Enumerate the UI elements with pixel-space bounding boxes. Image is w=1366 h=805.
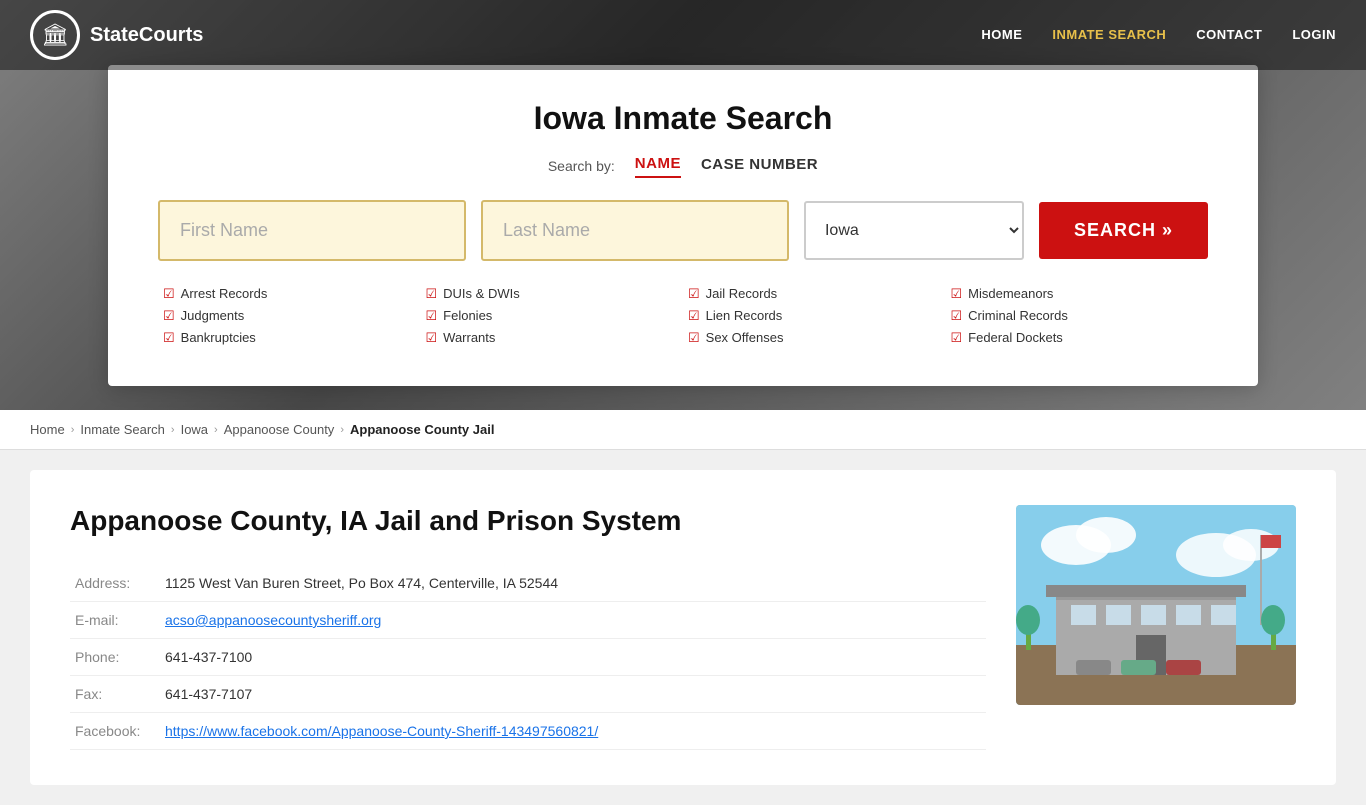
- check-icon: ☑: [688, 308, 700, 324]
- email-label: E-mail:: [70, 602, 160, 639]
- phone-label: Phone:: [70, 639, 160, 676]
- facility-info: Appanoose County, IA Jail and Prison Sys…: [70, 505, 986, 750]
- info-table: Address: 1125 West Van Buren Street, Po …: [70, 565, 986, 750]
- fax-label: Fax:: [70, 676, 160, 713]
- main-content: Appanoose County, IA Jail and Prison Sys…: [0, 450, 1366, 805]
- chevron-icon: ›: [171, 424, 175, 436]
- nav-inmate-search[interactable]: INMATE SEARCH: [1052, 27, 1166, 42]
- checkbox-jail-records: ☑ Jail Records: [688, 286, 941, 302]
- checkbox-label: Bankruptcies: [181, 330, 256, 345]
- checkbox-label: Misdemeanors: [968, 286, 1053, 301]
- email-value: acso@appanoosecountysheriff.org: [160, 602, 986, 639]
- checkbox-arrest-records: ☑ Arrest Records: [163, 286, 416, 302]
- check-icon: ☑: [688, 330, 700, 346]
- nav-home[interactable]: HOME: [981, 27, 1022, 42]
- chevron-icon: ›: [71, 424, 75, 436]
- last-name-input[interactable]: [481, 200, 789, 261]
- check-icon: ☑: [951, 330, 963, 346]
- nav-links: HOME INMATE SEARCH CONTACT LOGIN: [981, 26, 1336, 44]
- facility-title: Appanoose County, IA Jail and Prison Sys…: [70, 505, 986, 537]
- breadcrumb: Home › Inmate Search › Iowa › Appanoose …: [0, 410, 1366, 450]
- search-button[interactable]: SEARCH »: [1039, 202, 1208, 259]
- checkbox-label: Arrest Records: [181, 286, 268, 301]
- checkbox-duis-dwis: ☑ DUIs & DWIs: [426, 286, 679, 302]
- facebook-label: Facebook:: [70, 713, 160, 750]
- checkbox-warrants: ☑ Warrants: [426, 330, 679, 346]
- checkbox-felonies: ☑ Felonies: [426, 308, 679, 324]
- check-icon: ☑: [426, 308, 438, 324]
- breadcrumb-inmate-search[interactable]: Inmate Search: [80, 422, 165, 437]
- logo-icon: 🏛: [30, 10, 80, 60]
- breadcrumb-current: Appanoose County Jail: [350, 422, 494, 437]
- checkbox-sex-offenses: ☑ Sex Offenses: [688, 330, 941, 346]
- checkbox-label: Felonies: [443, 308, 492, 323]
- chevron-icon: ›: [340, 424, 344, 436]
- checkbox-misdemeanors: ☑ Misdemeanors: [951, 286, 1204, 302]
- email-row: E-mail: acso@appanoosecountysheriff.org: [70, 602, 986, 639]
- checkbox-federal-dockets: ☑ Federal Dockets: [951, 330, 1204, 346]
- checkbox-judgments: ☑ Judgments: [163, 308, 416, 324]
- checkbox-label: Lien Records: [706, 308, 783, 323]
- chevron-icon: ›: [214, 424, 218, 436]
- facebook-row: Facebook: https://www.facebook.com/Appan…: [70, 713, 986, 750]
- tab-name[interactable]: NAME: [635, 155, 681, 178]
- checkboxes-grid: ☑ Arrest Records ☑ DUIs & DWIs ☑ Jail Re…: [158, 286, 1208, 346]
- check-icon: ☑: [163, 286, 175, 302]
- breadcrumb-iowa[interactable]: Iowa: [181, 422, 208, 437]
- search-title: Iowa Inmate Search: [158, 100, 1208, 137]
- fax-value: 641-437-7107: [160, 676, 986, 713]
- address-row: Address: 1125 West Van Buren Street, Po …: [70, 565, 986, 602]
- facility-image: [1016, 505, 1296, 705]
- phone-value: 641-437-7100: [160, 639, 986, 676]
- checkbox-label: Judgments: [181, 308, 245, 323]
- checkbox-label: Criminal Records: [968, 308, 1068, 323]
- navbar: 🏛 StateCourts HOME INMATE SEARCH CONTACT…: [0, 0, 1366, 70]
- check-icon: ☑: [688, 286, 700, 302]
- tab-case-number[interactable]: CASE NUMBER: [701, 156, 818, 177]
- checkbox-label: Jail Records: [706, 286, 778, 301]
- facebook-link[interactable]: https://www.facebook.com/Appanoose-Count…: [165, 723, 598, 739]
- search-card: Iowa Inmate Search Search by: NAME CASE …: [108, 65, 1258, 386]
- check-icon: ☑: [163, 330, 175, 346]
- check-icon: ☑: [426, 330, 438, 346]
- check-icon: ☑: [951, 308, 963, 324]
- facility-card: Appanoose County, IA Jail and Prison Sys…: [30, 470, 1336, 785]
- checkbox-lien-records: ☑ Lien Records: [688, 308, 941, 324]
- first-name-input[interactable]: [158, 200, 466, 261]
- address-label: Address:: [70, 565, 160, 602]
- nav-login[interactable]: LOGIN: [1292, 27, 1336, 42]
- logo-link[interactable]: 🏛 StateCourts: [30, 10, 203, 60]
- phone-row: Phone: 641-437-7100: [70, 639, 986, 676]
- fax-row: Fax: 641-437-7107: [70, 676, 986, 713]
- checkbox-label: Warrants: [443, 330, 495, 345]
- state-select[interactable]: Iowa Alabama Alaska Arizona Arkansas Cal…: [804, 201, 1024, 260]
- logo-text: StateCourts: [90, 24, 203, 47]
- nav-contact[interactable]: CONTACT: [1196, 27, 1262, 42]
- facebook-value: https://www.facebook.com/Appanoose-Count…: [160, 713, 986, 750]
- facility-image-svg: [1016, 505, 1296, 705]
- breadcrumb-appanoose-county[interactable]: Appanoose County: [224, 422, 335, 437]
- search-fields: Iowa Alabama Alaska Arizona Arkansas Cal…: [158, 200, 1208, 261]
- email-link[interactable]: acso@appanoosecountysheriff.org: [165, 612, 381, 628]
- checkbox-bankruptcies: ☑ Bankruptcies: [163, 330, 416, 346]
- checkbox-label: Federal Dockets: [968, 330, 1063, 345]
- breadcrumb-home[interactable]: Home: [30, 422, 65, 437]
- check-icon: ☑: [426, 286, 438, 302]
- address-value: 1125 West Van Buren Street, Po Box 474, …: [160, 565, 986, 602]
- checkbox-label: DUIs & DWIs: [443, 286, 520, 301]
- search-by-row: Search by: NAME CASE NUMBER: [158, 155, 1208, 178]
- check-icon: ☑: [951, 286, 963, 302]
- search-by-label: Search by:: [548, 158, 615, 174]
- check-icon: ☑: [163, 308, 175, 324]
- checkbox-label: Sex Offenses: [706, 330, 784, 345]
- checkbox-criminal-records: ☑ Criminal Records: [951, 308, 1204, 324]
